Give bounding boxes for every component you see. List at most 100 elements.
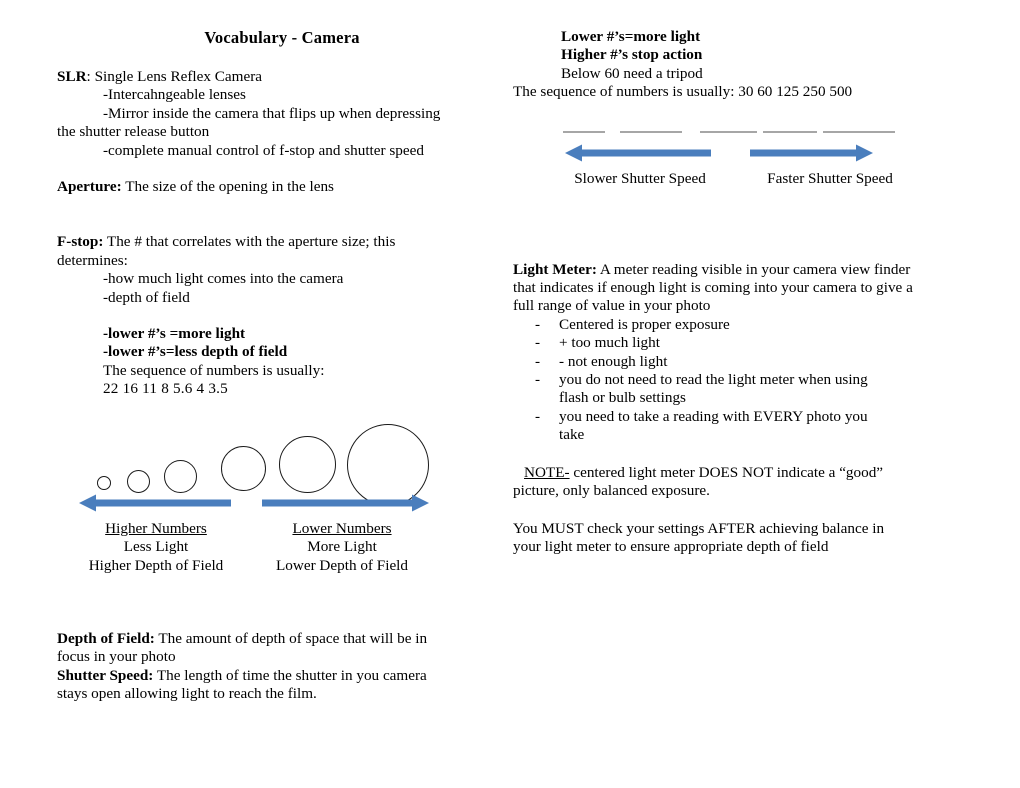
light-meter-bullet-2: - + too much light	[513, 334, 933, 352]
fstop-note-0: -lower #’s =more light	[103, 325, 246, 343]
document-page: Vocabulary - Camera SLR: Single Lens Ref…	[0, 0, 1020, 788]
spacer-r5	[513, 501, 933, 520]
spacer-r3	[513, 194, 933, 261]
fstop-line: F-stop: The # that correlates with the a…	[57, 233, 507, 251]
bullet-text: you need to take a reading with EVERY ph…	[559, 407, 868, 425]
shutter-speed-line: Shutter Speed: The length of time the sh…	[57, 667, 507, 685]
depth-of-field-term: Depth of Field:	[57, 629, 155, 647]
bullet-dash-icon: -	[535, 371, 541, 389]
note-line: NOTE- centered light meter DOES NOT indi…	[513, 464, 933, 482]
higher-numbers-line3: Higher Depth of Field	[88, 556, 224, 574]
shutter-speed-line2: stays open allowing light to reach the f…	[57, 684, 317, 702]
aperture-right-arrow-icon	[262, 494, 429, 512]
aperture-line: Aperture: The size of the opening in the…	[57, 178, 507, 196]
note-label: NOTE-	[524, 463, 570, 481]
note-text: centered light meter DOES NOT indicate a…	[569, 463, 884, 481]
aperture-left-arrow-icon	[79, 494, 231, 512]
fstop-bullet-0: -how much light comes into the camera	[103, 270, 344, 288]
lower-numbers-line2: More Light	[307, 538, 377, 556]
spacer-r4	[513, 445, 933, 464]
spacer-r1	[513, 102, 933, 122]
light-meter-bullet-3: -- not enough light	[513, 353, 933, 371]
shutter-speed-term: Shutter Speed:	[57, 666, 154, 684]
light-meter-definition: A meter reading visible in your camera v…	[596, 260, 911, 278]
bullet-text: you do not need to read the light meter …	[559, 371, 868, 389]
slr-bullet-1: -Mirror inside the camera that flips up …	[103, 104, 441, 122]
right-column: Lower #’s=more light Higher #’s stop act…	[513, 28, 933, 556]
shutter-label-row: Slower Shutter Speed Faster Shutter Spee…	[513, 170, 933, 194]
light-meter-line3: full range of value in your photo	[513, 297, 711, 315]
shutter-blanks-row	[513, 122, 933, 138]
higher-numbers-heading: Higher Numbers	[105, 519, 207, 537]
page-title: Vocabulary - Camera	[204, 28, 360, 47]
shutter-note-bold-2: Higher #’s stop action	[561, 46, 703, 64]
fstop-term: F-stop:	[57, 233, 104, 251]
bullet-text: + too much light	[559, 334, 660, 352]
shutter-blank-2	[620, 130, 682, 133]
light-meter-bullet-1: - Centered is proper exposure	[513, 316, 933, 334]
aperture-circle-1	[97, 475, 111, 490]
lower-numbers-heading: Lower Numbers	[292, 519, 392, 537]
aperture-term: Aperture:	[57, 178, 122, 196]
shutter-blank-1	[563, 130, 605, 133]
shutter-sequence: The sequence of numbers is usually: 30 6…	[513, 83, 853, 101]
slr-line: SLR: Single Lens Reflex Camera	[57, 68, 507, 86]
light-meter-bullet-4-cont: flash or bulb settings	[559, 389, 686, 407]
slr-bullet-3: -complete manual control of f-stop and s…	[103, 141, 424, 159]
must-check-line2: your light meter to ensure appropriate d…	[513, 537, 829, 555]
light-meter-bullet-4: - you do not need to read the light meter…	[513, 371, 933, 389]
light-meter-line: Light Meter: A meter reading visible in …	[513, 261, 933, 279]
shutter-blank-3	[700, 130, 757, 133]
bullet-text: Centered is proper exposure	[559, 315, 730, 333]
light-meter-bullets: - Centered is proper exposure - + too much …	[513, 316, 933, 445]
shutter-arrow-row	[513, 144, 933, 170]
aperture-label-row: Higher Numbers Less Light Higher Depth o…	[57, 520, 507, 578]
slr-bullet-2: the shutter release button	[57, 123, 210, 141]
higher-numbers-labels: Higher Numbers Less Light Higher Depth o…	[67, 520, 245, 575]
aperture-circle-diagram	[57, 399, 507, 506]
fstop-sequence-label: The sequence of numbers is usually:	[103, 361, 325, 379]
fstop-definition: The # that correlates with the aperture …	[103, 233, 396, 251]
fstop-bullet-1: -depth of field	[103, 288, 190, 306]
slr-bullet-0: -Intercahngeable lenses	[103, 86, 246, 104]
fstop-sequence-values: 22 16 11 8 5.6 4 3.5	[103, 380, 228, 398]
light-meter-term: Light Meter:	[513, 260, 597, 278]
bullet-dash-icon: -	[535, 315, 541, 333]
slower-shutter-speed-label: Slower Shutter Speed	[574, 169, 706, 187]
higher-numbers-line2: Less Light	[123, 538, 189, 556]
shutter-blank-5	[823, 130, 895, 133]
note-line2: picture, only balanced exposure.	[513, 482, 710, 500]
depth-of-field-line: Depth of Field: The amount of depth of s…	[57, 630, 507, 648]
shutter-left-arrow-icon	[565, 144, 711, 162]
bullet-dash-icon: -	[535, 407, 541, 425]
aperture-circle-4	[220, 446, 266, 492]
lower-numbers-labels: Lower Numbers More Light Lower Depth of …	[253, 520, 431, 575]
aperture-circle-2	[126, 470, 150, 494]
light-meter-bullet-5: - you need to take a reading with EVERY p…	[513, 408, 933, 426]
must-check-line1: You MUST check your settings AFTER achie…	[513, 519, 885, 537]
bullet-dash-icon: -	[535, 334, 541, 352]
shutter-right-arrow-icon	[750, 144, 873, 162]
shutter-speed-definition: The length of time the shutter in you ca…	[153, 666, 427, 684]
fstop-block: F-stop: The # that correlates with the a…	[57, 233, 507, 398]
lower-numbers-line3: Lower Depth of Field	[275, 556, 408, 574]
shutter-blank-4	[763, 130, 817, 133]
slr-block: SLR: Single Lens Reflex Camera -Intercah…	[57, 68, 507, 160]
slr-definition: : Single Lens Reflex Camera	[86, 68, 262, 85]
faster-shutter-speed-label: Faster Shutter Speed	[767, 169, 893, 187]
shutter-note-bold-1: Lower #’s=more light	[561, 28, 701, 45]
bullet-dash-icon: -	[535, 352, 541, 370]
light-meter-line2: that indicates if enough light is coming…	[513, 279, 913, 297]
left-column: Vocabulary - Camera SLR: Single Lens Ref…	[57, 28, 507, 703]
light-meter-bullet-5-cont: take	[559, 426, 585, 444]
aperture-circle-5	[278, 436, 336, 494]
aperture-definition: The size of the opening in the lens	[121, 178, 334, 196]
fstop-note-1: -lower #’s=less depth of field	[103, 343, 288, 361]
shutter-note-tripod: Below 60 need a tripod	[561, 64, 703, 82]
fstop-definition-line2: determines:	[57, 251, 128, 269]
aperture-arrow-row	[57, 494, 507, 520]
